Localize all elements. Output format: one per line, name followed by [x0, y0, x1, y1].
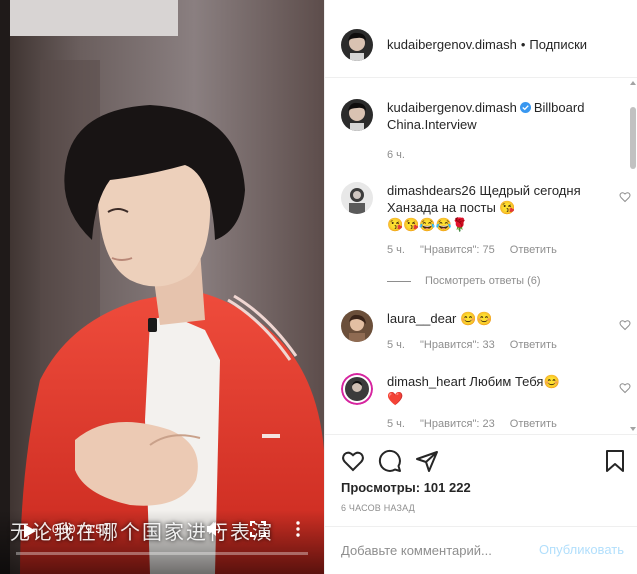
comment-body: dimash_heart Любим Тебя😊 ❤️	[387, 373, 597, 407]
header-username[interactable]: kudaibergenov.dimash	[387, 37, 517, 52]
comment-username[interactable]: dimash_heart	[387, 374, 466, 389]
comment-icon[interactable]	[378, 449, 402, 473]
reply-button[interactable]: Ответить	[510, 418, 557, 430]
verified-badge-icon	[519, 102, 531, 113]
video-time: 0:00 / 9:57	[52, 522, 109, 536]
view-count[interactable]: Просмотры: 101 222	[341, 480, 471, 495]
share-icon[interactable]	[415, 449, 439, 473]
separator-dot: •	[520, 37, 526, 52]
comment-emoji-line: 😘😘😂😂🌹	[387, 217, 468, 232]
video-subtitles: 无论我在哪个国家进行表演	[10, 520, 274, 544]
comment-meta: 5 ч. "Нравится": 23 Ответить	[387, 418, 569, 430]
caption-body: kudaibergenov.dimash Billboard China.Inte…	[387, 99, 607, 133]
comment-time: 5 ч.	[387, 339, 405, 351]
caption-meta: 6 ч.	[387, 149, 417, 161]
comment-username[interactable]: laura__dear	[387, 311, 456, 326]
comment-item: dimashdears26 Щедрый сегодня Ханзада на …	[341, 182, 631, 272]
comment-meta: 5 ч. "Нравится": 75 Ответить	[387, 244, 569, 256]
avatar[interactable]	[341, 99, 373, 131]
comment-emoji-line: ❤️	[387, 391, 404, 406]
comment-body: dimashdears26 Щедрый сегодня Ханзада на …	[387, 182, 597, 233]
comment-username[interactable]: dimashdears26	[387, 183, 476, 198]
heart-icon[interactable]	[341, 449, 365, 473]
post-header: kudaibergenov.dimash • Подписки	[325, 12, 637, 78]
view-replies-link[interactable]: Посмотреть ответы (6)	[387, 275, 541, 287]
volume-icon[interactable]	[206, 521, 222, 537]
caption-time: 6 ч.	[387, 149, 405, 161]
comment-composer: Опубликовать	[325, 526, 637, 574]
bookmark-icon[interactable]	[603, 449, 627, 473]
video-progress-track[interactable]	[16, 552, 308, 555]
scroll-up-arrow-icon[interactable]	[630, 81, 636, 85]
avatar[interactable]	[341, 28, 373, 61]
comment-input[interactable]	[341, 539, 521, 561]
avatar[interactable]	[341, 182, 373, 214]
publish-button[interactable]: Опубликовать	[539, 542, 624, 557]
more-icon[interactable]	[290, 521, 306, 537]
comment-meta: 5 ч. "Нравится": 33 Ответить	[387, 339, 569, 351]
comment-item: laura__dear 😊😊 5 ч. "Нравится": 33 Ответ…	[341, 310, 631, 360]
avatar[interactable]	[341, 373, 373, 405]
fullscreen-icon[interactable]	[250, 521, 266, 537]
reply-button[interactable]: Ответить	[510, 339, 557, 351]
view-replies-label: Посмотреть ответы (6)	[425, 275, 541, 287]
avatar[interactable]	[341, 310, 373, 342]
caption-username[interactable]: kudaibergenov.dimash	[387, 100, 517, 115]
following-button[interactable]: Подписки	[529, 37, 587, 52]
post-panel: kudaibergenov.dimash • Подписки kudaiber…	[324, 0, 637, 574]
post-timestamp: 6 ЧАСОВ НАЗАД	[341, 503, 415, 513]
comment-likes[interactable]: "Нравится": 33	[420, 339, 495, 351]
comment-likes[interactable]: "Нравится": 23	[420, 418, 495, 430]
comment-text: 😊😊	[460, 311, 493, 326]
comment-text: Любим Тебя😊	[469, 374, 560, 389]
caption-row: kudaibergenov.dimash Billboard China.Inte…	[341, 99, 621, 169]
comment-time: 5 ч.	[387, 244, 405, 256]
comment-likes[interactable]: "Нравится": 75	[420, 244, 495, 256]
scroll-down-arrow-icon[interactable]	[630, 427, 636, 431]
reply-button[interactable]: Ответить	[510, 244, 557, 256]
scroll-thumb[interactable]	[630, 107, 636, 169]
comments-list[interactable]: kudaibergenov.dimash Billboard China.Inte…	[325, 79, 637, 434]
comment-body: laura__dear 😊😊	[387, 310, 597, 327]
post-actions: Просмотры: 101 222 6 ЧАСОВ НАЗАД	[325, 434, 637, 526]
video-frame	[0, 0, 324, 574]
video-player[interactable]: 无论我在哪个国家进行表演 0:00 / 9:57	[0, 0, 324, 574]
comment-time: 5 ч.	[387, 418, 405, 430]
play-icon[interactable]	[24, 524, 36, 538]
comment-item: dimash_heart Любим Тебя😊 ❤️ 5 ч. "Нравит…	[341, 373, 631, 434]
comments-scrollbar[interactable]	[630, 81, 636, 431]
replies-divider	[387, 280, 411, 282]
